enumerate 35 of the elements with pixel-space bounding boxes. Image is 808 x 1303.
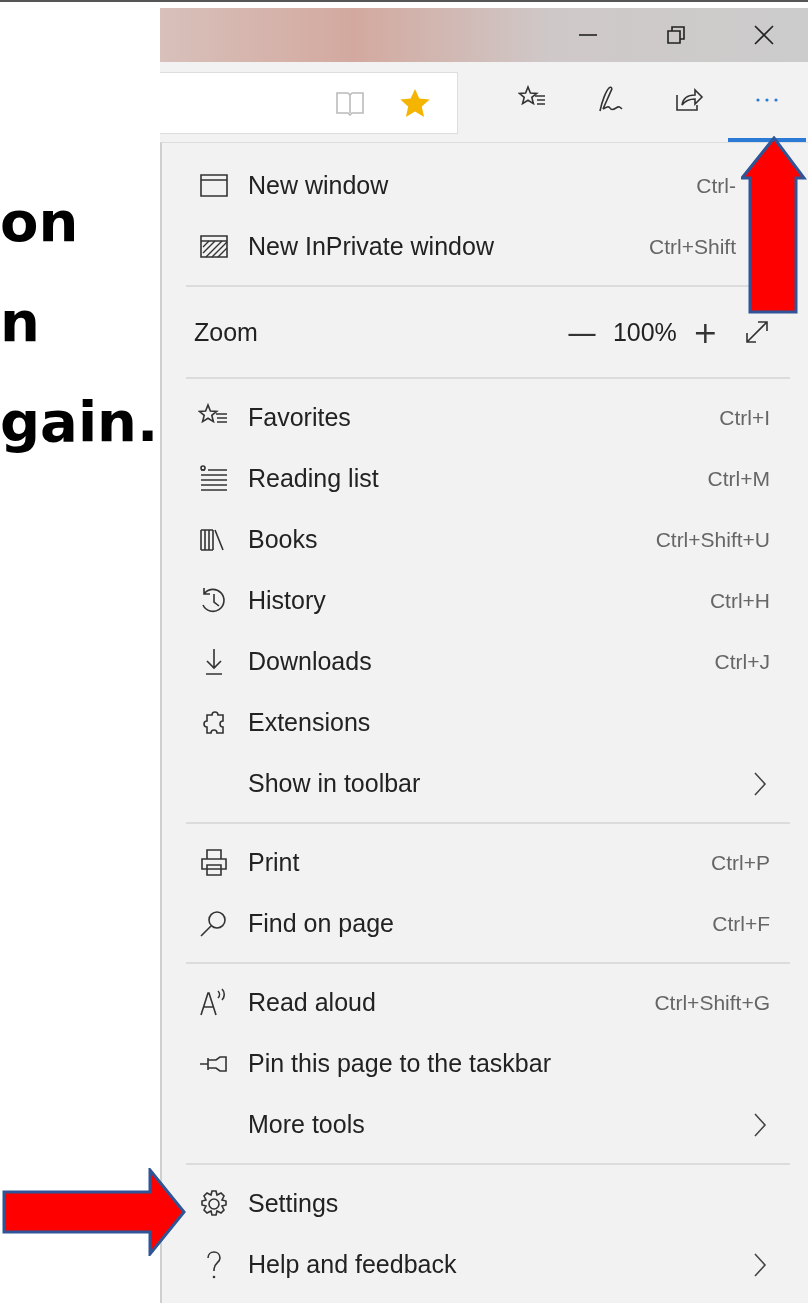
menu-item[interactable]: Show in toolbar <box>186 753 790 814</box>
chevron-icon <box>752 770 768 797</box>
menu-item[interactable]: Read aloud Ctrl+Shift+G <box>186 972 790 1033</box>
close-icon <box>753 24 775 46</box>
expand-icon <box>744 319 770 345</box>
zoom-out-button[interactable]: — <box>558 314 605 350</box>
more-icon <box>756 98 778 102</box>
zoom-label: Zoom <box>194 317 259 347</box>
slide-text: gain. <box>0 388 159 456</box>
address-field[interactable] <box>160 72 458 134</box>
menu-item[interactable]: More tools <box>186 1094 790 1155</box>
slide-text: n <box>0 288 40 356</box>
star-icon[interactable] <box>399 88 431 118</box>
menu-item[interactable]: Help and feedback <box>186 1234 790 1295</box>
menu-item[interactable]: History Ctrl+H <box>186 570 790 631</box>
menu-item[interactable]: Pin this page to the taskbar <box>186 1033 790 1094</box>
menu-item[interactable]: New window Ctrl- <box>186 155 736 216</box>
menu-item[interactable]: Extensions <box>186 692 790 753</box>
slide-text: on <box>0 188 79 256</box>
zoom-value: 100% <box>612 317 677 347</box>
menu-item[interactable]: Print Ctrl+P <box>186 832 790 893</box>
menu-item[interactable]: Favorites Ctrl+I <box>186 387 790 448</box>
menu-item[interactable]: Downloads Ctrl+J <box>186 631 790 692</box>
minimize-icon <box>578 33 598 37</box>
zoom-in-button[interactable]: + <box>684 314 726 350</box>
chevron-icon <box>752 1251 768 1278</box>
menu-item[interactable]: Books Ctrl+Shift+U <box>186 509 790 570</box>
printer-icon <box>198 846 230 879</box>
full-screen-button[interactable] <box>744 319 770 345</box>
restore-icon <box>665 24 687 46</box>
menu-item[interactable]: Settings <box>186 1173 790 1234</box>
menu-item[interactable]: Find on page Ctrl+F <box>186 893 790 954</box>
menu-item[interactable]: New InPrivate window Ctrl+Shift <box>186 216 736 277</box>
chevron-icon <box>752 1111 768 1138</box>
menu-item[interactable]: Reading list Ctrl+M <box>186 448 790 509</box>
